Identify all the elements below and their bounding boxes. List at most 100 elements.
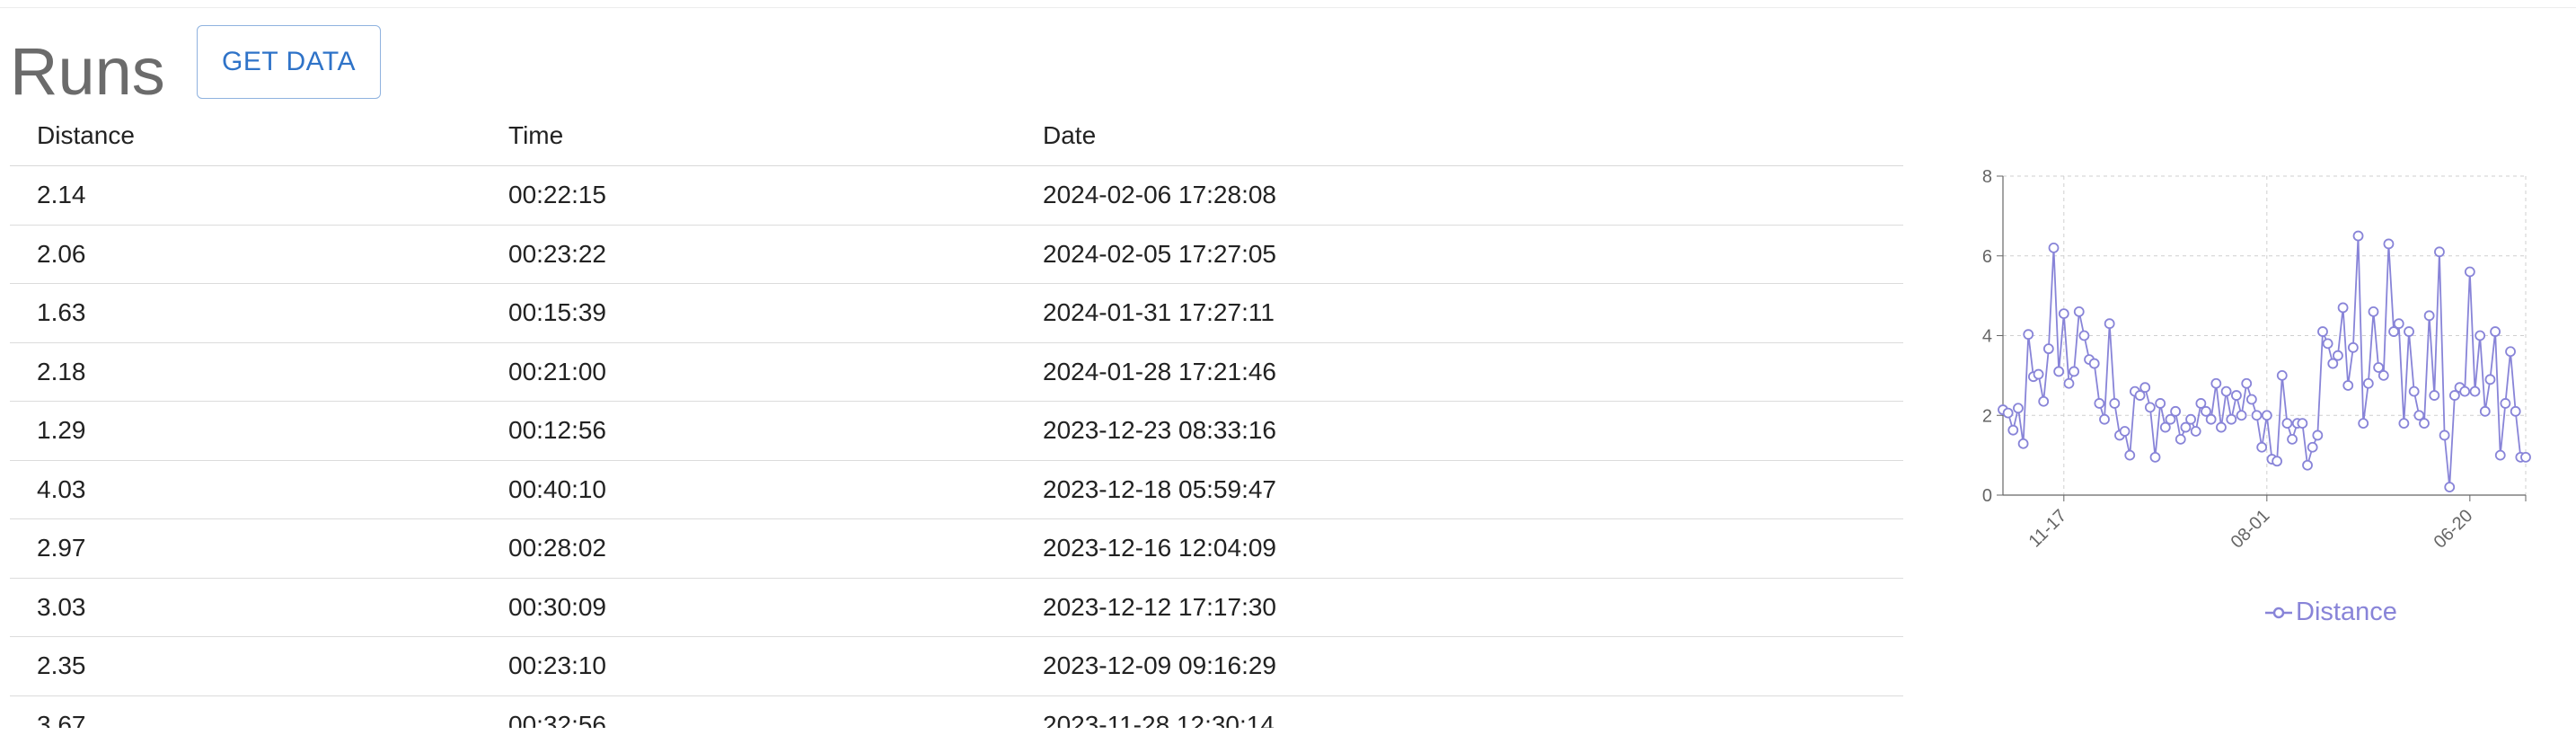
data-point xyxy=(2144,402,2156,413)
y-tick-label: 6 xyxy=(1982,247,1992,267)
cell-time: 00:15:39 xyxy=(481,283,1016,343)
chart-legend[interactable]: Distance xyxy=(2265,598,2397,627)
table-row: 1.29 00:12:56 2023-12-23 08:33:16 xyxy=(10,401,1903,461)
table-row: 2.35 00:23:10 2023-12-09 09:16:29 xyxy=(10,636,1903,696)
cell-date: 2023-12-18 05:59:47 xyxy=(1016,460,1903,519)
data-point xyxy=(2317,326,2328,337)
data-point xyxy=(2078,330,2090,341)
cell-distance: 1.63 xyxy=(10,283,481,343)
data-point xyxy=(2124,449,2136,461)
data-point xyxy=(2170,405,2182,417)
data-point xyxy=(2352,230,2364,242)
data-point xyxy=(2494,449,2506,461)
runs-table: Distance Time Date 2.14 00:22:15 2024-02… xyxy=(10,106,1903,728)
data-point xyxy=(2099,413,2110,425)
cell-distance: 2.97 xyxy=(10,518,481,579)
data-point xyxy=(2434,246,2445,258)
x-tick-label: 11-17 xyxy=(2025,506,2071,552)
table-row: 3.03 00:30:09 2023-12-12 17:17:30 xyxy=(10,578,1903,637)
data-point xyxy=(2042,343,2054,355)
data-point xyxy=(2149,451,2161,463)
data-point xyxy=(2312,430,2324,441)
cell-date: 2024-01-31 17:27:11 xyxy=(1016,283,1903,343)
data-point xyxy=(2419,418,2430,430)
data-point xyxy=(2469,385,2481,397)
data-point xyxy=(2002,407,2014,419)
cell-distance: 1.29 xyxy=(10,401,481,461)
table-row: 3.67 00:32:56 2023-11-28 12:30:14 xyxy=(10,695,1903,728)
data-point xyxy=(2175,433,2186,445)
distance-chart: 0 2 4 6 8 11-17 08-01 06-20 xyxy=(1958,162,2551,647)
data-point xyxy=(2033,368,2044,380)
data-point xyxy=(2053,366,2065,377)
data-point xyxy=(2333,350,2343,361)
y-tick-label: 2 xyxy=(1982,406,1992,426)
cell-distance: 3.67 xyxy=(10,695,481,728)
data-point xyxy=(2490,326,2501,337)
data-point xyxy=(2205,413,2217,425)
data-point xyxy=(2342,380,2354,391)
cell-date: 2023-12-23 08:33:16 xyxy=(1016,401,1903,461)
data-point xyxy=(2378,369,2389,381)
data-point xyxy=(2404,326,2414,337)
data-point xyxy=(2245,394,2257,405)
cell-date: 2024-01-28 17:21:46 xyxy=(1016,342,1903,402)
data-point xyxy=(2322,338,2333,350)
table-row: 2.97 00:28:02 2023-12-16 12:04:09 xyxy=(10,518,1903,579)
data-point xyxy=(2272,456,2283,467)
data-point xyxy=(2063,377,2075,389)
data-point xyxy=(2220,385,2232,397)
data-point xyxy=(2038,395,2050,407)
table-row: 2.18 00:21:00 2024-01-28 17:21:46 xyxy=(10,342,1903,402)
cell-distance: 4.03 xyxy=(10,460,481,519)
runs-table-container[interactable]: Distance Time Date 2.14 00:22:15 2024-02… xyxy=(10,106,1903,728)
data-point xyxy=(2383,238,2395,250)
data-point xyxy=(2368,306,2379,317)
x-tick-label: 08-01 xyxy=(2228,506,2274,553)
legend-line-icon xyxy=(2265,607,2292,618)
data-point xyxy=(2119,426,2130,437)
cell-date: 2023-11-28 12:30:14 xyxy=(1016,695,1903,728)
column-header-time[interactable]: Time xyxy=(481,106,1016,166)
get-data-button[interactable]: GET DATA xyxy=(197,25,381,99)
cell-distance: 2.35 xyxy=(10,636,481,696)
cell-date: 2024-02-05 17:27:05 xyxy=(1016,225,1903,284)
cell-distance: 3.03 xyxy=(10,578,481,637)
data-point xyxy=(2094,398,2105,409)
data-point xyxy=(2337,302,2349,314)
data-point xyxy=(2088,358,2100,369)
data-point xyxy=(2307,441,2318,453)
y-tick-label: 8 xyxy=(1982,167,1992,187)
data-point xyxy=(2017,438,2029,449)
data-point xyxy=(2423,310,2435,322)
data-point xyxy=(2256,441,2268,453)
data-point xyxy=(2505,346,2516,358)
data-point xyxy=(2261,410,2272,421)
column-header-date[interactable]: Date xyxy=(1016,106,1903,166)
data-point xyxy=(2459,385,2471,397)
data-point xyxy=(2058,308,2069,319)
data-point xyxy=(2241,377,2253,389)
cell-date: 2024-02-06 17:28:08 xyxy=(1016,165,1903,226)
data-point xyxy=(2444,482,2456,493)
column-header-distance[interactable]: Distance xyxy=(10,106,481,166)
page-header: Runs GET DATA xyxy=(0,18,2576,117)
page-title: Runs xyxy=(10,34,165,109)
data-point xyxy=(2236,410,2247,421)
data-point xyxy=(2429,390,2440,401)
table-row: 2.14 00:22:15 2024-02-06 17:28:08 xyxy=(10,165,1903,226)
data-point xyxy=(2216,421,2227,433)
cell-time: 00:28:02 xyxy=(481,518,1016,579)
data-point xyxy=(2302,459,2313,471)
cell-time: 00:22:15 xyxy=(481,165,1016,226)
cell-date: 2023-12-12 17:17:30 xyxy=(1016,578,1903,637)
data-point xyxy=(2475,330,2486,341)
data-point xyxy=(2398,418,2410,430)
data-point xyxy=(2287,433,2298,445)
data-point xyxy=(2013,403,2024,414)
data-point xyxy=(2007,424,2019,436)
data-point xyxy=(2358,418,2369,430)
data-point xyxy=(2226,413,2237,425)
data-point xyxy=(2297,418,2308,430)
legend-label-distance: Distance xyxy=(2296,598,2397,626)
